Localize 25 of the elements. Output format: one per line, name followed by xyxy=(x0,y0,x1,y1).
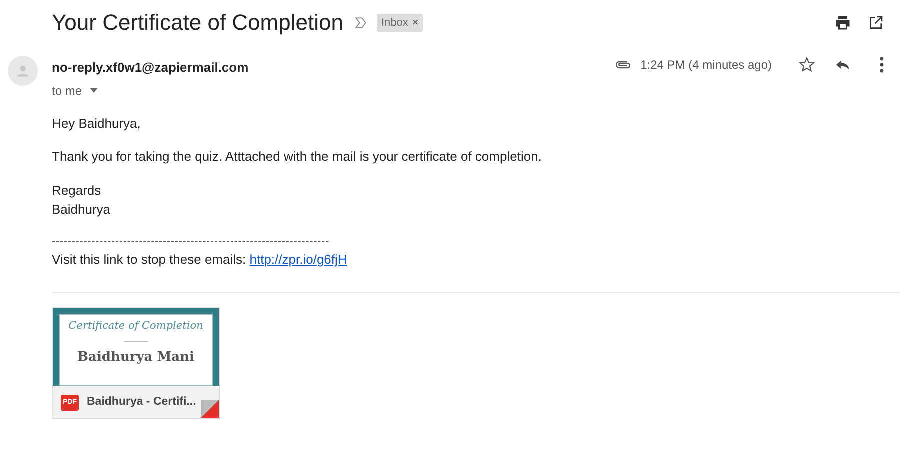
certificate-name: Baidhurya Mani xyxy=(76,348,196,367)
footer-text: Visit this link to stop these emails: http://zpr.io/g6fjH xyxy=(52,251,348,270)
attachment-name: Baidhurya - Certifi... xyxy=(87,395,196,410)
avatar xyxy=(8,56,38,86)
signature-text: Baidhurya xyxy=(52,201,112,220)
closing-text: Regards xyxy=(52,182,102,200)
timestamp: 1:24 PM (4 minutes ago) xyxy=(640,57,772,74)
greeting-text: Hey Baidhurya, xyxy=(52,114,142,133)
dropdown-caret-icon[interactable] xyxy=(90,88,98,94)
unsubscribe-link[interactable]: http://zpr.io/g6fjH xyxy=(250,252,348,268)
message-text: Thank you for taking the quiz. Atttached with the mail is your certificate of completion. xyxy=(52,148,543,166)
sender-email: no-reply.xf0w1@zapiermail.com xyxy=(52,59,249,78)
label-text: Inbox xyxy=(381,16,408,31)
recipient-text: to me xyxy=(52,82,82,100)
presented-line xyxy=(124,340,148,342)
email-subject: Your Certificate of Completion xyxy=(52,10,344,36)
remove-label-button[interactable]: × xyxy=(412,14,419,32)
star-icon[interactable] xyxy=(798,56,816,74)
more-options-icon[interactable] xyxy=(880,57,884,74)
certificate-title: Certificate of Completion xyxy=(68,318,204,334)
separator-text: ---------------------------------------------------------------------- xyxy=(52,234,330,250)
paperclip-icon xyxy=(614,59,633,72)
page-fold-icon xyxy=(201,400,219,418)
print-icon[interactable] xyxy=(834,14,852,32)
open-in-new-window-icon[interactable] xyxy=(868,15,884,32)
